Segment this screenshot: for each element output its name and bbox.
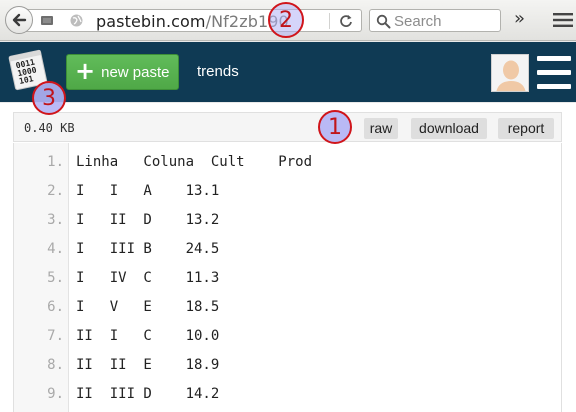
line-number: 3. [47,212,64,228]
search-input[interactable] [394,11,498,31]
line-number: 5. [47,270,64,286]
back-button[interactable] [5,6,33,34]
report-button[interactable]: report [498,118,554,139]
line-number: 1. [47,154,64,170]
url-separator [329,13,330,29]
url-bar[interactable]: pastebin.com/Nf2zb190 [24,9,362,32]
callout-2: 2 [268,2,304,38]
paste-info-bar: 0.40 KB raw download report [13,112,562,142]
paste-content: 0.40 KB raw download report 1. Linha Colu… [0,103,576,412]
paste-size: 0.40 KB [24,121,75,135]
line-text: I III B 24.5 [76,241,220,257]
overflow-chevron-icon[interactable]: » [514,8,525,29]
reload-icon[interactable] [338,13,354,29]
line-text: I I A 13.1 [76,183,220,199]
code-line: 4. I III B 24.5 [14,234,561,263]
search-bar[interactable] [369,9,501,32]
line-text: I V E 18.5 [76,299,220,315]
code-line: 3. I II D 13.2 [14,205,561,234]
plus-icon: + [75,57,96,85]
raw-button[interactable]: raw [364,118,398,139]
line-text: II I C 10.0 [76,328,220,344]
code-line: 9. II III D 14.2 [14,379,561,408]
code-line: 8. II II E 18.9 [14,350,561,379]
url-text[interactable]: pastebin.com/Nf2zb190 [96,12,289,31]
code-line: 6. I V E 18.5 [14,292,561,321]
site-header: 0011 1000 101 + new paste trends [0,42,576,102]
line-number: 6. [47,299,64,315]
line-number: 2. [47,183,64,199]
search-icon[interactable] [376,14,391,29]
browser-menu-icon[interactable] [553,13,573,27]
line-number: 8. [47,357,64,373]
code-line: 1. Linha Coluna Cult Prod [14,147,561,176]
url-domain: pastebin.com [96,12,206,31]
line-text: II II E 18.9 [76,357,220,373]
site-identity-icon[interactable] [41,15,53,26]
line-text: Linha Coluna Cult Prod [76,154,313,170]
user-silhouette-icon [492,55,528,91]
line-text: II III D 14.2 [76,386,220,402]
code-line: 5. I IV C 11.3 [14,263,561,292]
site-menu-icon[interactable] [537,54,571,92]
avatar[interactable] [491,54,529,92]
code-line: 7. II I C 10.0 [14,321,561,350]
new-paste-button[interactable]: + new paste [66,54,179,90]
new-paste-label: new paste [101,63,170,81]
line-text: I IV C 11.3 [76,270,220,286]
line-number: 7. [47,328,64,344]
download-button[interactable]: download [411,118,487,139]
globe-icon [70,14,83,27]
line-text: I II D 13.2 [76,212,220,228]
trends-link[interactable]: trends [197,63,239,80]
back-arrow-icon [12,13,27,27]
code-view: 1. Linha Coluna Cult Prod 2. I I A 13.1 3.… [13,143,562,412]
line-number: 9. [47,386,64,402]
callout-3: 3 [32,81,66,115]
code-line: 2. I I A 13.1 [14,176,561,205]
callout-1: 1 [318,110,352,144]
line-number: 4. [47,241,64,257]
